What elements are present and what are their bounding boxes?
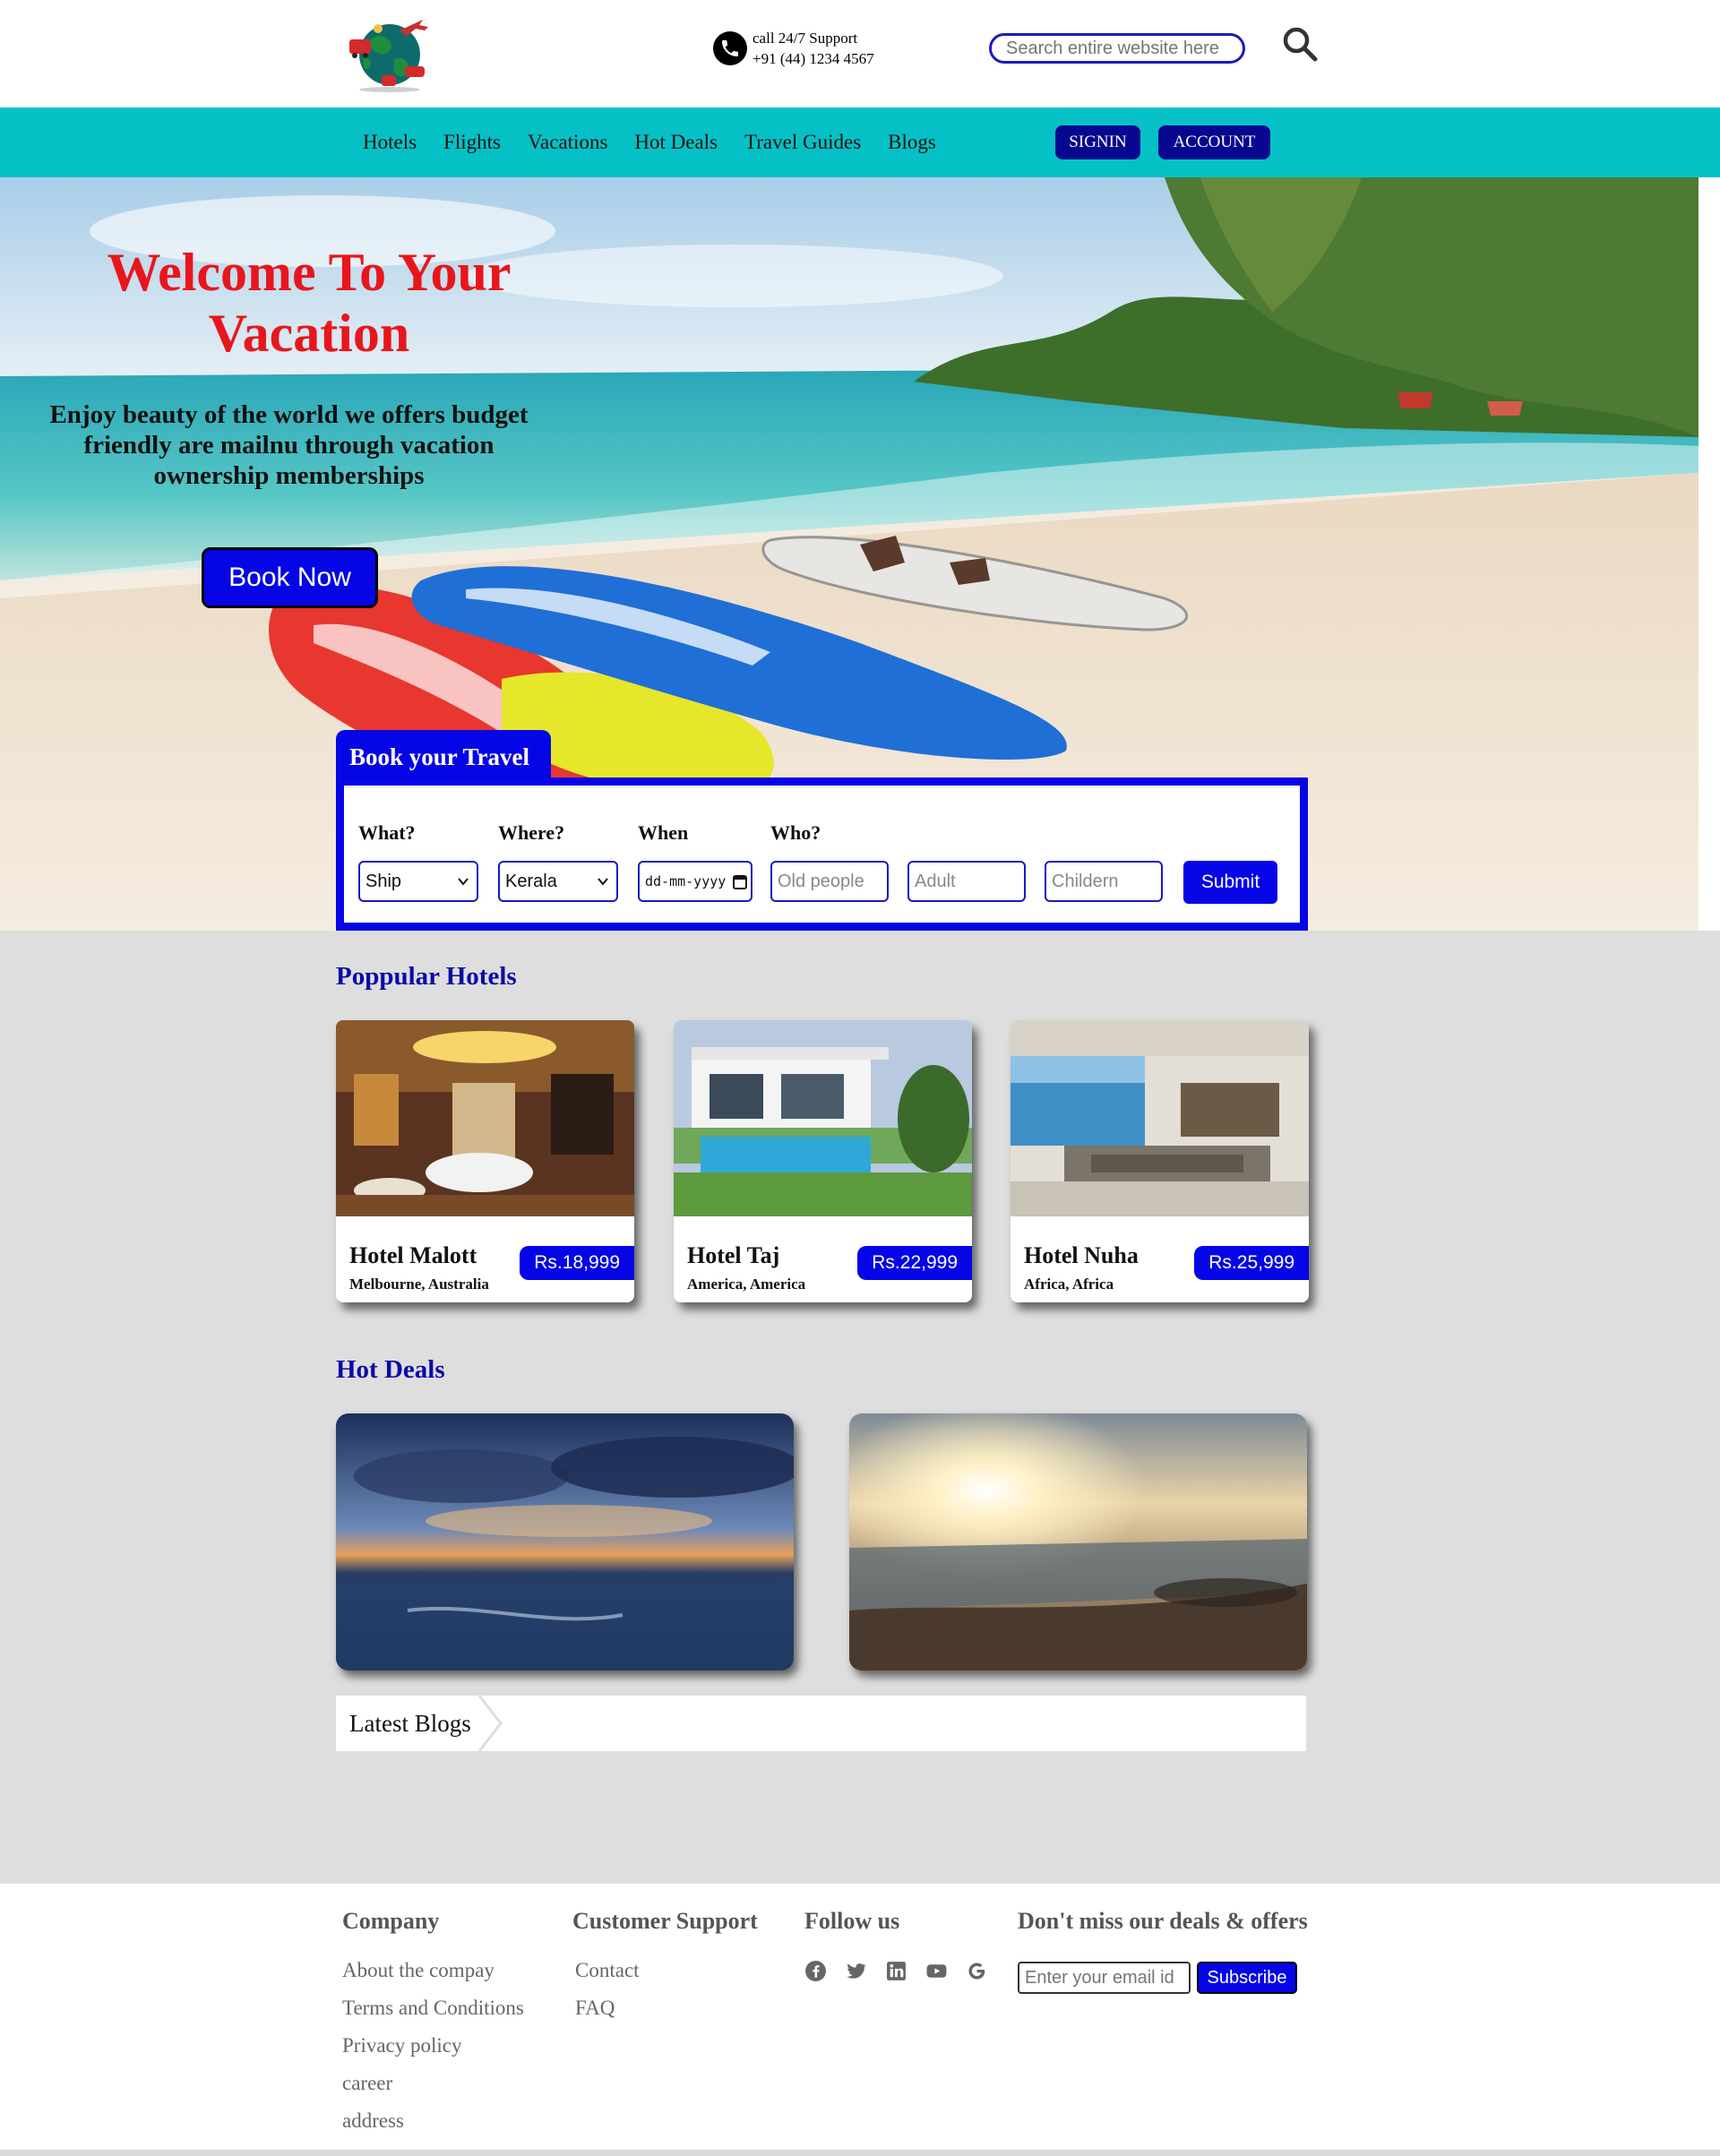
footer-link-terms[interactable]: Terms and Conditions: [342, 1997, 524, 2020]
nav-vacations[interactable]: Vacations: [528, 131, 607, 154]
search-icon[interactable]: [1281, 25, 1319, 63]
hotel-image: [674, 1020, 972, 1216]
nav-travel-guides[interactable]: Travel Guides: [744, 131, 861, 154]
nav-blogs[interactable]: Blogs: [888, 131, 936, 154]
footer-link-about[interactable]: About the compay: [342, 1959, 494, 1982]
twitter-icon[interactable]: [845, 1960, 867, 1982]
children-input[interactable]: Childern: [1045, 861, 1163, 902]
deal-card[interactable]: [849, 1413, 1307, 1671]
booking-tab-title: Book your Travel: [336, 730, 551, 780]
hotel-card[interactable]: Hotel Nuha Africa, Africa Rs.25,999: [1010, 1020, 1309, 1302]
nav-hot-deals[interactable]: Hot Deals: [634, 131, 718, 154]
price-badge: Rs.25,999: [1194, 1246, 1309, 1280]
where-select[interactable]: Kerala: [498, 861, 618, 902]
site-logo[interactable]: [342, 13, 437, 93]
subscribe-button[interactable]: Subscribe: [1197, 1962, 1297, 1994]
book-now-button[interactable]: Book Now: [202, 547, 378, 608]
hero-title: Welcome To Your Vacation: [107, 243, 512, 363]
footer-divider: [0, 2150, 1720, 2156]
hotel-location: Melbourne, Australia: [349, 1276, 489, 1293]
footer-newsletter-heading: Don't miss our deals & offers: [1018, 1908, 1308, 1934]
deal-image-beach-sunset: [849, 1413, 1307, 1671]
google-icon[interactable]: [966, 1960, 988, 1982]
footer-link-address[interactable]: address: [342, 2109, 404, 2133]
support-contact: call 24/7 Support +91 (44) 1234 4567: [713, 28, 874, 69]
price-badge: Rs.22,999: [857, 1246, 972, 1280]
chevron-down-icon: [458, 878, 469, 886]
latest-blogs-bar: Latest Blogs: [336, 1696, 1306, 1751]
hotel-name: Hotel Malott: [349, 1242, 477, 1268]
hero-subtitle: Enjoy beauty of the world we offers budg…: [49, 400, 529, 490]
hotel-image: [1010, 1020, 1309, 1216]
deal-image-sunset-clouds: [336, 1413, 794, 1671]
hotel-card[interactable]: Hotel Taj America, America Rs.22,999: [674, 1020, 972, 1302]
where-selected-value: Kerala: [505, 871, 557, 891]
hotel-name: Hotel Nuha: [1024, 1242, 1139, 1268]
main-navbar: Hotels Flights Vacations Hot Deals Trave…: [0, 107, 1720, 177]
where-label: Where?: [498, 821, 565, 844]
chevron-right-icon: [477, 1696, 503, 1751]
support-label: call 24/7 Support: [752, 30, 858, 47]
latest-blogs-label[interactable]: Latest Blogs: [349, 1710, 471, 1738]
signin-button[interactable]: SIGNIN: [1055, 125, 1140, 159]
hotel-name: Hotel Taj: [687, 1242, 780, 1268]
submit-button[interactable]: Submit: [1183, 861, 1277, 904]
chevron-down-icon: [598, 878, 608, 886]
top-header: call 24/7 Support +91 (44) 1234 4567: [0, 0, 1720, 107]
hotel-location: Africa, Africa: [1024, 1276, 1114, 1293]
footer-link-contact[interactable]: Contact: [575, 1959, 640, 1982]
who-label: Who?: [770, 821, 821, 844]
linkedin-icon[interactable]: [885, 1960, 907, 1982]
date-input[interactable]: dd-mm-yyyy: [638, 861, 752, 902]
facebook-icon[interactable]: [804, 1960, 827, 1982]
search-input[interactable]: [989, 33, 1245, 64]
what-label: What?: [358, 821, 416, 844]
adult-input[interactable]: Adult: [907, 861, 1026, 902]
nav-links: Hotels Flights Vacations Hot Deals Trave…: [363, 107, 936, 177]
newsletter-email-input[interactable]: [1018, 1962, 1191, 1994]
hotel-card[interactable]: Hotel Malott Melbourne, Australia Rs.18,…: [336, 1020, 634, 1302]
footer-company-heading: Company: [342, 1908, 440, 1934]
what-select[interactable]: Ship: [358, 861, 478, 902]
when-label: When: [638, 821, 689, 844]
price-badge: Rs.18,999: [520, 1246, 634, 1280]
footer-link-privacy[interactable]: Privacy policy: [342, 2034, 462, 2057]
hotel-image: [336, 1020, 634, 1216]
hotel-location: America, America: [687, 1276, 806, 1293]
nav-flights[interactable]: Flights: [443, 131, 501, 154]
footer-follow-heading: Follow us: [804, 1908, 900, 1934]
support-phone[interactable]: +91 (44) 1234 4567: [752, 48, 874, 69]
hot-deals-title: Hot Deals: [336, 1355, 445, 1384]
footer-link-career[interactable]: career: [342, 2072, 392, 2095]
popular-hotels-title: Poppular Hotels: [336, 962, 517, 991]
footer-support-heading: Customer Support: [572, 1908, 758, 1934]
date-placeholder: dd-mm-yyyy: [645, 873, 727, 889]
old-people-input[interactable]: Old people: [770, 861, 889, 902]
deal-card[interactable]: [336, 1413, 794, 1671]
footer-link-faq[interactable]: FAQ: [575, 1997, 615, 2020]
nav-hotels[interactable]: Hotels: [363, 131, 417, 154]
phone-icon: [713, 31, 747, 65]
what-selected-value: Ship: [366, 871, 402, 891]
youtube-icon[interactable]: [925, 1960, 948, 1982]
social-icons: [804, 1960, 988, 1982]
booking-form: What? Where? When Who? Ship Kerala dd-mm…: [336, 777, 1308, 931]
account-button[interactable]: ACCOUNT: [1158, 125, 1270, 159]
calendar-icon[interactable]: [733, 873, 747, 889]
